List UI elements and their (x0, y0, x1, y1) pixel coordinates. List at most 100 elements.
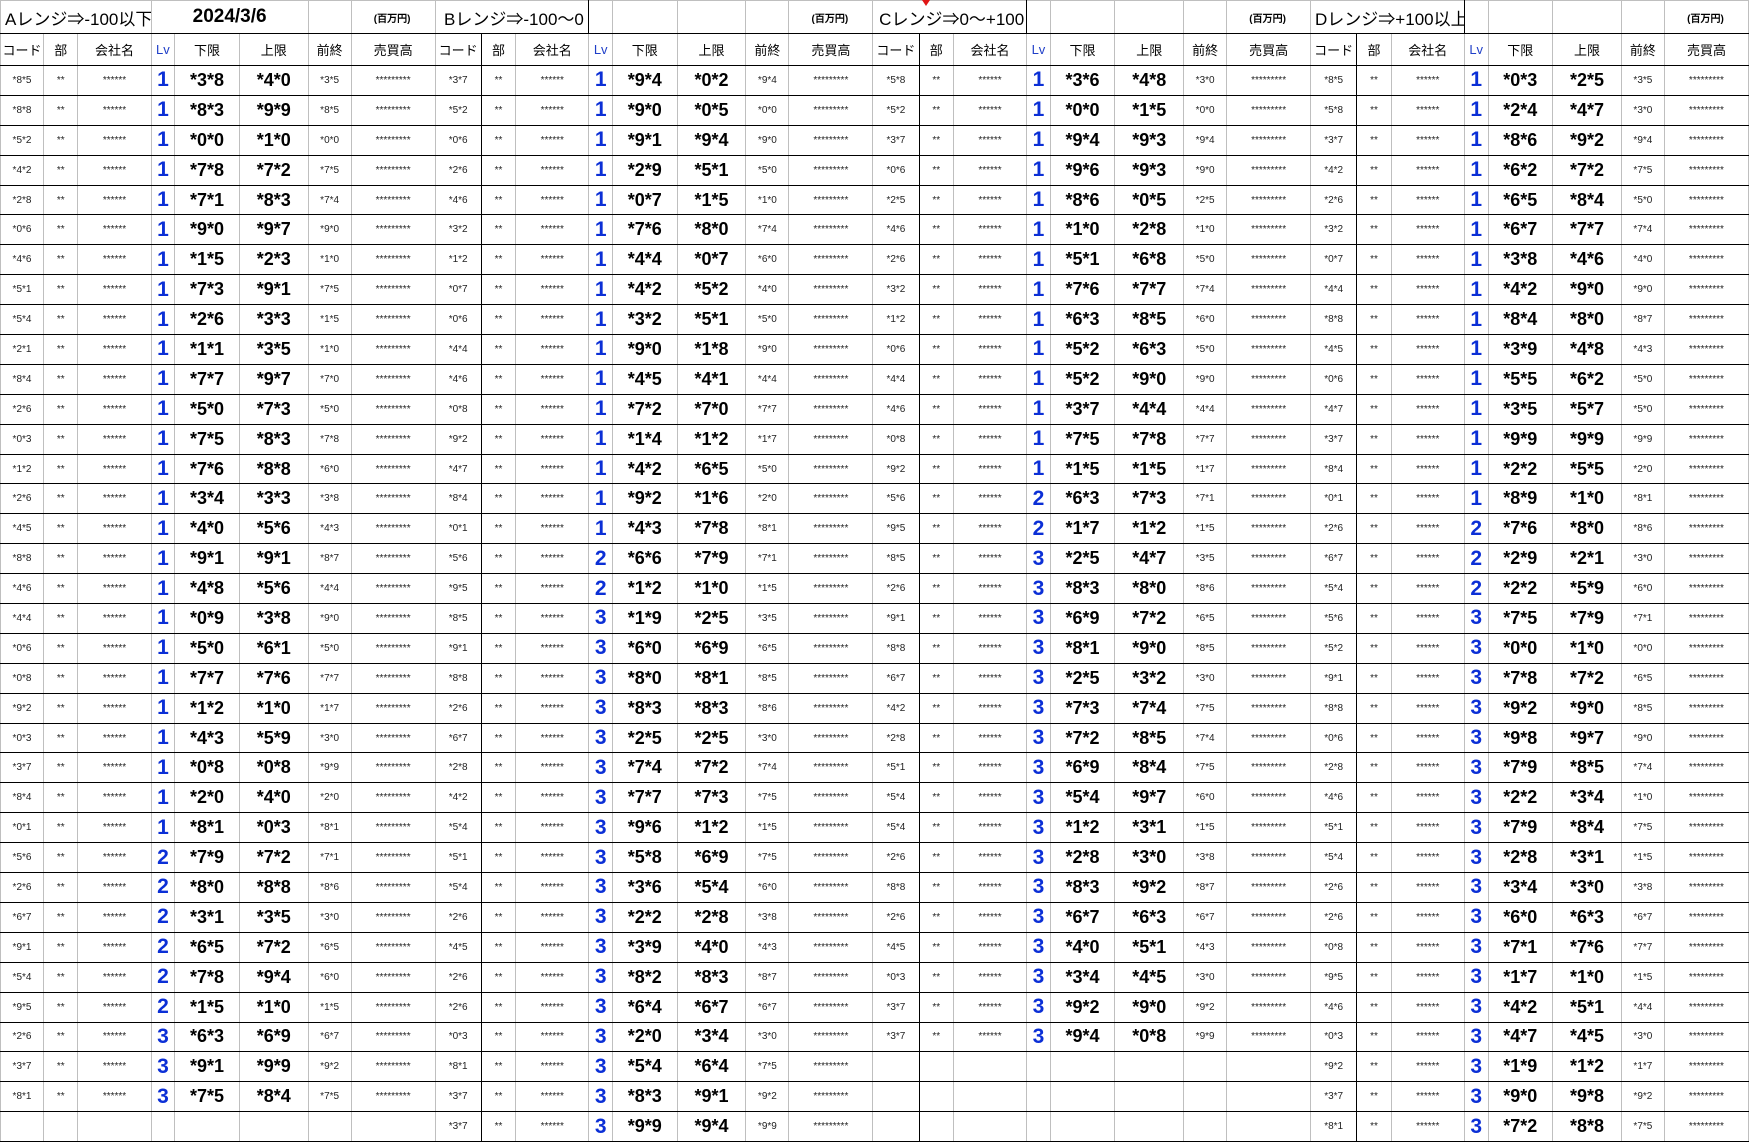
cell-lo[interactable]: *8*2 (612, 961, 678, 993)
cell-bu[interactable]: ** (918, 274, 954, 306)
cell-hi[interactable]: *3*5 (238, 901, 309, 933)
cell-code[interactable]: *2*1 (0, 334, 45, 365)
cell-code[interactable]: *1*2 (872, 304, 920, 336)
cell-lo[interactable]: *6*0 (1487, 901, 1554, 933)
cell-bu[interactable]: ** (480, 363, 517, 395)
cell-hi[interactable]: *9*1 (676, 1081, 747, 1113)
cell-lo[interactable]: *1*1 (174, 334, 240, 365)
cell-co[interactable]: ****** (77, 393, 152, 425)
cell-co[interactable]: ****** (515, 423, 590, 455)
cell-bu[interactable]: ** (480, 1081, 517, 1113)
cell-zen[interactable]: *0*0 (745, 94, 790, 126)
cell-co[interactable]: ****** (515, 1021, 590, 1053)
cell-lo[interactable]: *3*6 (612, 872, 678, 903)
cell-uri[interactable]: ********* (1226, 124, 1312, 156)
cell-code[interactable]: *3*7 (0, 752, 45, 784)
cell-zen[interactable]: *6*0 (1183, 782, 1228, 814)
cell-code[interactable]: *5*6 (872, 483, 920, 515)
cell-hi[interactable]: *0*5 (676, 94, 747, 126)
cell-code[interactable]: *4*2 (1310, 154, 1358, 186)
cell-lo[interactable]: *1*5 (174, 244, 240, 276)
cell-hi[interactable]: *8*3 (676, 961, 747, 993)
cell-code[interactable] (872, 1081, 920, 1113)
header-code[interactable]: コード (1310, 33, 1358, 66)
cell-lv[interactable]: 3 (1026, 991, 1051, 1023)
cell-lo[interactable]: *5*8 (612, 842, 678, 874)
cell-lo[interactable]: *9*2 (1487, 692, 1554, 724)
cell-co[interactable]: ****** (952, 363, 1028, 395)
cell-code[interactable]: *8*8 (872, 632, 920, 664)
cell-uri[interactable]: ********* (1663, 543, 1749, 575)
cell-code[interactable] (872, 1111, 920, 1143)
cell-code[interactable]: *4*7 (434, 453, 482, 485)
cell-co[interactable]: ****** (77, 692, 152, 724)
cell-co[interactable]: ****** (952, 961, 1028, 993)
cell-bu[interactable]: ** (1356, 244, 1392, 276)
cell-hi[interactable]: *8*4 (1114, 752, 1185, 784)
cell-co[interactable]: ****** (1390, 154, 1465, 186)
cell-co[interactable]: ****** (1390, 1021, 1465, 1053)
cell-co[interactable]: ****** (952, 662, 1028, 694)
cell-lo[interactable]: *7*2 (612, 393, 678, 425)
cell-lo[interactable]: *6*7 (1049, 901, 1116, 933)
cell-hi[interactable]: *6*3 (1114, 901, 1185, 933)
cell-lv[interactable]: 2 (1463, 573, 1489, 605)
cell-uri[interactable]: ********* (350, 154, 436, 186)
cell-zen[interactable]: *5*0 (1183, 244, 1228, 276)
cell-zen[interactable]: *7*5 (307, 274, 352, 306)
cell-bu[interactable]: ** (480, 1021, 517, 1053)
cell-uri[interactable]: ********* (1663, 1111, 1749, 1143)
cell-hi[interactable]: *6*3 (1114, 334, 1185, 365)
cell-hi[interactable]: *3*8 (238, 603, 309, 634)
cell-zen[interactable]: *9*2 (1183, 991, 1228, 1023)
cell-co[interactable]: ****** (1390, 1051, 1465, 1083)
cell-code[interactable]: *9*2 (0, 692, 45, 724)
cell-code[interactable]: *9*2 (434, 423, 482, 455)
cell-bu[interactable]: ** (918, 304, 954, 336)
cell-lo[interactable]: *9*0 (1487, 1081, 1554, 1113)
cell-bu[interactable]: ** (918, 65, 954, 96)
cell-zen[interactable]: *5*0 (745, 154, 790, 186)
cell-co[interactable]: ****** (952, 274, 1028, 306)
header-code[interactable]: コード (0, 33, 45, 66)
cell-lo[interactable]: *9*1 (612, 124, 678, 156)
cell-lo[interactable]: *7*3 (1049, 692, 1116, 724)
cell-bu[interactable]: ** (918, 931, 954, 963)
cell-code[interactable]: *4*6 (0, 244, 45, 276)
cell-uri[interactable]: ********* (788, 184, 874, 216)
cell-hi[interactable]: *1*5 (1114, 94, 1185, 126)
cell-uri[interactable]: ********* (350, 872, 436, 903)
cell-lv[interactable]: 1 (150, 393, 176, 425)
cell-zen[interactable]: *6*0 (1183, 304, 1228, 336)
cell-lo[interactable]: *9*6 (612, 812, 678, 844)
cell-hi[interactable]: *9*9 (238, 94, 309, 126)
cell-lv[interactable]: 1 (150, 453, 176, 485)
cell-lv[interactable]: 1 (1026, 393, 1051, 425)
cell-co[interactable]: ****** (1390, 842, 1465, 874)
cell-zen[interactable]: *6*7 (1620, 901, 1665, 933)
cell-zen[interactable]: *7*5 (1183, 752, 1228, 784)
cell-code[interactable]: *5*1 (872, 752, 920, 784)
cell-lo[interactable]: *5*0 (174, 393, 240, 425)
cell-bu[interactable]: ** (1356, 65, 1392, 96)
cell-zen[interactable]: *3*0 (1183, 65, 1228, 96)
cell-hi[interactable]: *2*8 (1114, 214, 1185, 246)
cell-bu[interactable]: ** (918, 662, 954, 694)
cell-hi[interactable] (1114, 1051, 1185, 1083)
cell-hi[interactable]: *4*6 (1552, 244, 1622, 276)
cell-lv[interactable]: 1 (588, 154, 614, 186)
cell-lo[interactable]: *8*6 (1487, 124, 1554, 156)
cell-zen[interactable]: *4*0 (1620, 244, 1665, 276)
cell-zen[interactable]: *4*3 (745, 931, 790, 963)
cell-uri[interactable]: ********* (1663, 842, 1749, 874)
cell-co[interactable]: ****** (1390, 65, 1465, 96)
cell-uri[interactable]: ********* (1663, 901, 1749, 933)
cell-code[interactable]: *0*8 (0, 662, 45, 694)
cell-co[interactable]: ****** (515, 603, 590, 634)
cell-hi[interactable]: *6*9 (676, 632, 747, 664)
cell-co[interactable]: ****** (1390, 483, 1465, 515)
cell-bu[interactable]: ** (43, 483, 79, 515)
cell-bu[interactable]: ** (918, 94, 954, 126)
cell-hi[interactable]: *6*8 (1114, 244, 1185, 276)
cell-code[interactable]: *0*8 (1310, 931, 1358, 963)
